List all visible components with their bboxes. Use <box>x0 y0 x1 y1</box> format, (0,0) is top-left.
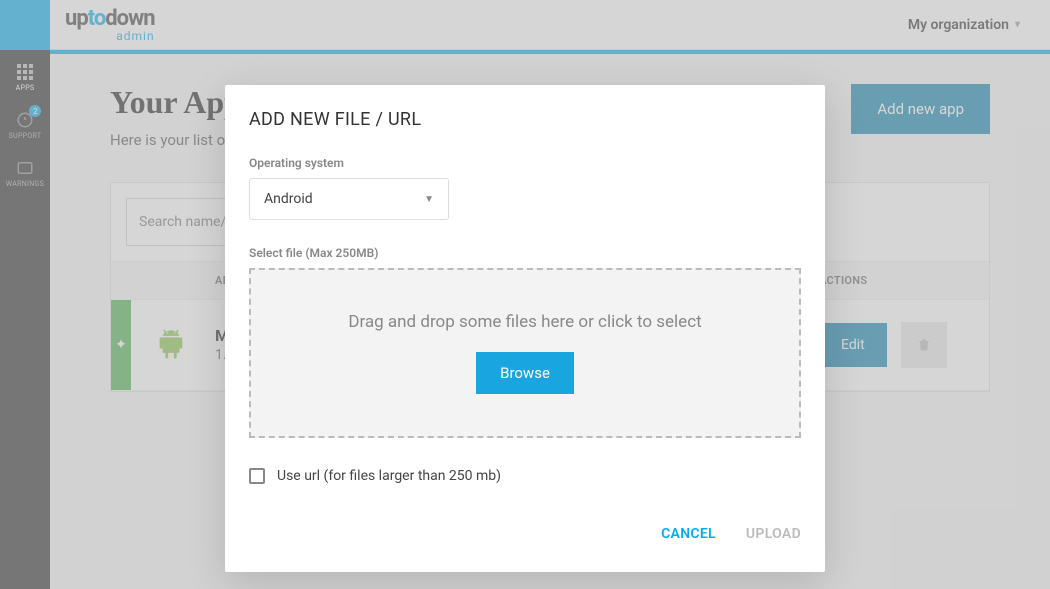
os-select[interactable]: Android ▼ <box>249 178 449 220</box>
add-file-modal: ADD NEW FILE / URL Operating system Andr… <box>225 85 825 572</box>
upload-button: UPLOAD <box>746 526 801 542</box>
dropzone-text: Drag and drop some files here or click t… <box>348 312 701 332</box>
os-select-value: Android <box>264 191 313 207</box>
os-field-label: Operating system <box>249 156 801 170</box>
modal-overlay[interactable]: ADD NEW FILE / URL Operating system Andr… <box>0 0 1050 589</box>
chevron-down-icon: ▼ <box>424 194 434 205</box>
use-url-label: Use url (for files larger than 250 mb) <box>277 468 501 484</box>
use-url-checkbox[interactable] <box>249 468 265 484</box>
cancel-button[interactable]: CANCEL <box>661 526 716 542</box>
modal-title: ADD NEW FILE / URL <box>249 109 801 130</box>
browse-button[interactable]: Browse <box>476 352 574 394</box>
file-dropzone[interactable]: Drag and drop some files here or click t… <box>249 268 801 438</box>
file-field-label: Select file (Max 250MB) <box>249 246 801 260</box>
